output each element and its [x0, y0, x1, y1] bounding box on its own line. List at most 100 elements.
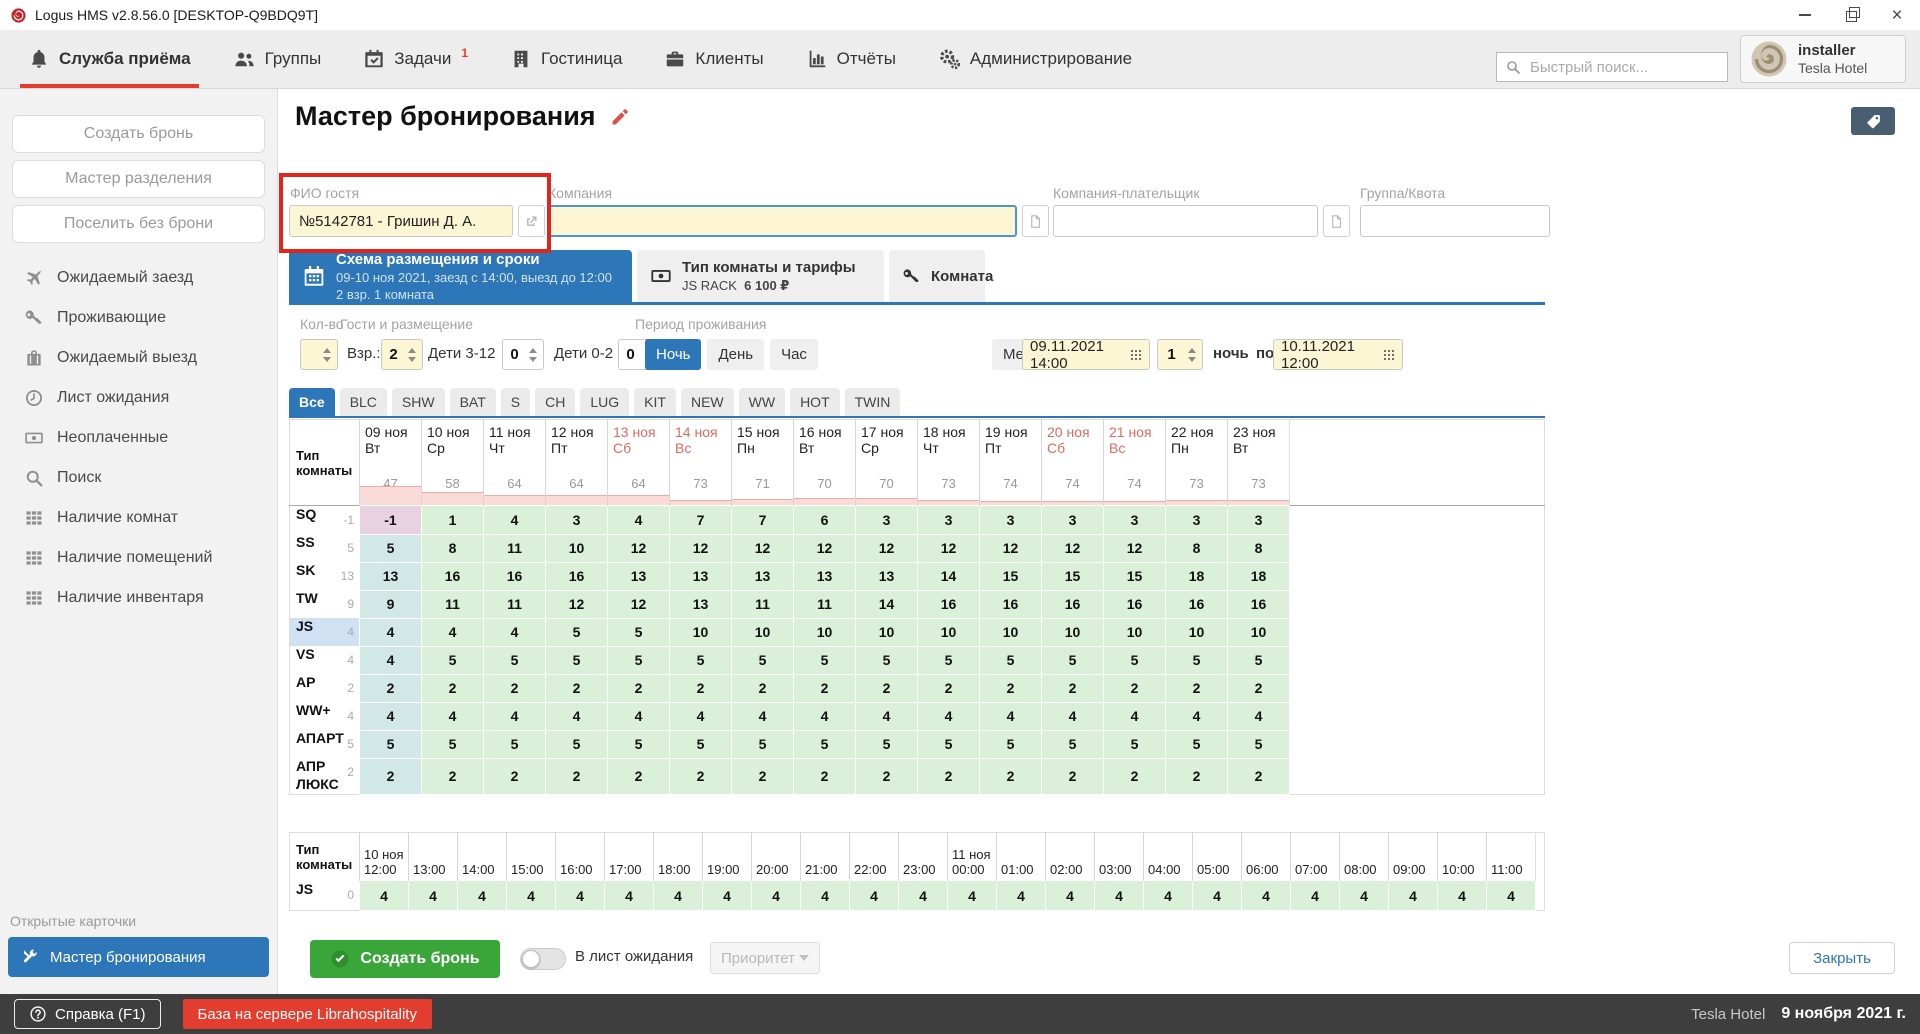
availability-cell[interactable]: 4 [669, 701, 732, 731]
availability-cell[interactable]: 5 [855, 645, 918, 675]
group-quota-field[interactable] [1360, 205, 1550, 237]
filter-tab-blc[interactable]: BLC [339, 388, 387, 416]
availability-cell[interactable]: 13 [731, 561, 794, 591]
availability-cell[interactable]: 14 [855, 589, 918, 619]
hourly-availability-cell[interactable]: 4 [947, 880, 997, 911]
availability-cell[interactable]: 4 [731, 701, 794, 731]
availability-cell[interactable]: 5 [1165, 729, 1228, 759]
availability-cell[interactable]: 5 [1103, 729, 1166, 759]
availability-cell[interactable]: 2 [1103, 757, 1166, 795]
availability-cell[interactable]: 4 [483, 617, 546, 647]
nav-item-clients[interactable]: Клиенты [664, 30, 764, 88]
availability-cell[interactable]: 5 [793, 729, 856, 759]
room-type-cell[interactable]: 4 WW+ [289, 702, 360, 730]
availability-cell[interactable]: 5 [421, 729, 484, 759]
availability-cell[interactable]: 15 [979, 561, 1042, 591]
availability-cell[interactable]: 2 [855, 757, 918, 795]
availability-cell[interactable]: 15 [1103, 561, 1166, 591]
help-button[interactable]: Справка (F1) [14, 999, 161, 1029]
availability-cell[interactable]: 12 [545, 589, 608, 619]
availability-cell[interactable]: 8 [421, 533, 484, 563]
room-type-cell[interactable]: 4 VS [289, 646, 360, 674]
availability-cell[interactable]: 5 [607, 645, 670, 675]
availability-cell[interactable]: 4 [359, 645, 422, 675]
availability-cell[interactable]: 13 [669, 589, 732, 619]
availability-cell[interactable]: 16 [483, 561, 546, 591]
room-type-cell[interactable]: 2 АПР ЛЮКС [289, 758, 360, 795]
company-field[interactable] [548, 205, 1017, 237]
availability-cell[interactable]: 16 [1041, 589, 1104, 619]
availability-cell[interactable]: 4 [359, 701, 422, 731]
availability-cell[interactable]: 12 [917, 533, 980, 563]
availability-cell[interactable]: 4 [1103, 701, 1166, 731]
availability-cell[interactable]: 5 [1227, 729, 1290, 759]
payer-company-field[interactable] [1053, 205, 1318, 237]
availability-cell[interactable]: 10 [1227, 617, 1290, 647]
hourly-availability-cell[interactable]: 4 [1437, 880, 1487, 911]
availability-cell[interactable]: 13 [669, 561, 732, 591]
period-button-час[interactable]: Час [770, 339, 818, 370]
hourly-availability-cell[interactable]: 4 [1192, 880, 1242, 911]
availability-cell[interactable]: 4 [979, 701, 1042, 731]
availability-cell[interactable]: 2 [421, 757, 484, 795]
availability-cell[interactable]: 5 [359, 533, 422, 563]
availability-cell[interactable]: 5 [917, 645, 980, 675]
tab-room[interactable]: Комната [889, 250, 993, 302]
hourly-availability-cell[interactable]: 4 [1045, 880, 1095, 911]
availability-cell[interactable]: 2 [1227, 673, 1290, 703]
period-button-ночь[interactable]: Ночь [645, 339, 702, 370]
availability-cell[interactable]: 2 [359, 757, 422, 795]
availability-cell[interactable]: 2 [917, 673, 980, 703]
availability-cell[interactable]: 10 [793, 617, 856, 647]
availability-cell[interactable]: 6 [793, 505, 856, 535]
filter-tab-все[interactable]: Все [289, 388, 335, 416]
availability-cell[interactable]: 4 [1041, 701, 1104, 731]
availability-cell[interactable]: 2 [669, 673, 732, 703]
nav-item-reception[interactable]: Служба приёма [20, 30, 199, 88]
availability-cell[interactable]: 4 [421, 701, 484, 731]
filter-tab-new[interactable]: NEW [680, 388, 734, 416]
availability-cell[interactable]: 18 [1227, 561, 1290, 591]
hourly-availability-cell[interactable]: 4 [898, 880, 948, 911]
availability-cell[interactable]: 4 [545, 701, 608, 731]
date-picker-icon[interactable] [1383, 349, 1395, 361]
availability-cell[interactable]: 5 [917, 729, 980, 759]
sidebar-item-space-availability[interactable]: Наличие помещений [0, 538, 277, 578]
availability-cell[interactable]: 3 [917, 505, 980, 535]
hourly-availability-cell[interactable]: 4 [408, 880, 458, 911]
open-card-booking-wizard[interactable]: Мастер бронирования [8, 937, 269, 977]
availability-cell[interactable]: 16 [979, 589, 1042, 619]
availability-cell[interactable]: 2 [1041, 757, 1104, 795]
availability-cell[interactable]: 4 [793, 701, 856, 731]
nav-item-tasks[interactable]: Задачи 1 [363, 30, 468, 88]
sidebar-item-room-availability[interactable]: Наличие комнат [0, 498, 277, 538]
sidebar-item-search[interactable]: Поиск [0, 458, 277, 498]
quick-search-input[interactable] [1528, 57, 1731, 77]
availability-cell[interactable]: 4 [607, 505, 670, 535]
availability-cell[interactable]: 2 [359, 673, 422, 703]
availability-cell[interactable]: 12 [607, 589, 670, 619]
availability-cell[interactable]: 4 [855, 701, 918, 731]
availability-cell[interactable]: 11 [483, 589, 546, 619]
tab-placement-scheme[interactable]: Схема размещения и сроки 09-10 ноя 2021,… [289, 250, 632, 302]
hourly-availability-cell[interactable]: 4 [604, 880, 654, 911]
availability-cell[interactable]: 2 [607, 673, 670, 703]
hourly-availability-cell[interactable]: 4 [1388, 880, 1438, 911]
availability-cell[interactable]: 5 [483, 645, 546, 675]
availability-cell[interactable]: 10 [1165, 617, 1228, 647]
checkin-date-field[interactable]: 09.11.2021 14:00 [1022, 338, 1150, 372]
quantity-stepper[interactable] [300, 339, 338, 370]
availability-cell[interactable]: 4 [917, 701, 980, 731]
room-type-cell[interactable]: 9 TW [289, 590, 360, 618]
availability-cell[interactable]: 2 [483, 757, 546, 795]
availability-cell[interactable]: 13 [607, 561, 670, 591]
availability-cell[interactable]: -1 [359, 505, 422, 535]
close-page-button[interactable]: Закрыть [1789, 942, 1895, 974]
availability-cell[interactable]: 4 [359, 617, 422, 647]
availability-cell[interactable]: 1 [421, 505, 484, 535]
availability-cell[interactable]: 10 [1103, 617, 1166, 647]
availability-cell[interactable]: 9 [359, 589, 422, 619]
availability-cell[interactable]: 12 [731, 533, 794, 563]
availability-cell[interactable]: 10 [669, 617, 732, 647]
availability-cell[interactable]: 5 [1041, 729, 1104, 759]
